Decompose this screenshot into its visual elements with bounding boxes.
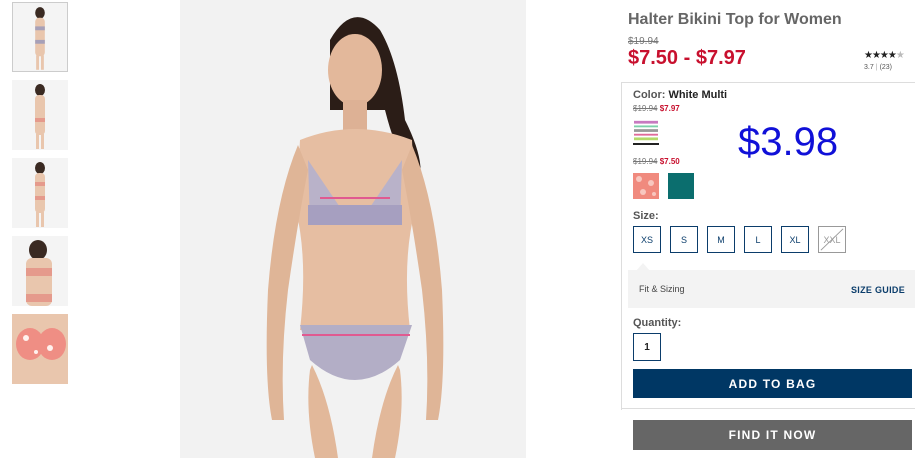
unavailable-strike-icon (820, 228, 844, 251)
product-title: Halter Bikini Top for Women (628, 11, 842, 28)
rating-score: 3.7 (864, 64, 874, 71)
color-label: Color: White Multi (633, 89, 728, 101)
quantity-label: Quantity: (633, 317, 682, 329)
size-l-button[interactable]: L (744, 226, 772, 253)
fit-sizing-label: Fit & Sizing (639, 284, 685, 294)
thumbnail-5[interactable] (12, 314, 68, 384)
review-count[interactable]: (23) (880, 64, 892, 71)
main-product-image[interactable] (180, 0, 526, 458)
thumbnail-4[interactable] (12, 236, 68, 306)
size-xxl-button: XXL (818, 226, 846, 253)
star-rating-icon: ★★★★★ (864, 50, 905, 61)
product-page: Halter Bikini Top for Women $19.94 $7.50… (0, 0, 915, 458)
quantity-input[interactable]: 1 (633, 333, 661, 361)
overlay-price: $3.98 (738, 120, 839, 164)
find-it-now-button[interactable]: FIND IT NOW (633, 420, 912, 450)
swatch-teal[interactable] (668, 173, 694, 199)
swatch-white-multi[interactable] (633, 119, 659, 145)
original-price: $19.94 (628, 36, 659, 47)
divider (621, 408, 915, 409)
size-label: Size: (633, 210, 659, 222)
rating-summary: 3.7 | (23) (864, 64, 893, 71)
sale-price: $7.50 - $7.97 (628, 47, 746, 69)
selected-color: White Multi (668, 89, 728, 101)
size-guide-link[interactable]: SIZE GUIDE (851, 285, 905, 295)
size-xs-button[interactable]: XS (633, 226, 661, 253)
rating[interactable]: ★★★★★ 3.7 | (23) (864, 50, 914, 71)
size-xl-button[interactable]: XL (781, 226, 809, 253)
color-group-2-price: $19.94 $7.50 (633, 157, 680, 166)
color-group-1-price: $19.94 $7.97 (633, 104, 680, 113)
add-to-bag-button[interactable]: ADD TO BAG (633, 369, 912, 398)
thumbnail-2[interactable] (12, 80, 68, 150)
thumbnail-1[interactable] (12, 2, 68, 72)
thumbnail-3[interactable] (12, 158, 68, 228)
size-s-button[interactable]: S (670, 226, 698, 253)
swatch-coral-floral[interactable] (633, 173, 659, 199)
size-m-button[interactable]: M (707, 226, 735, 253)
